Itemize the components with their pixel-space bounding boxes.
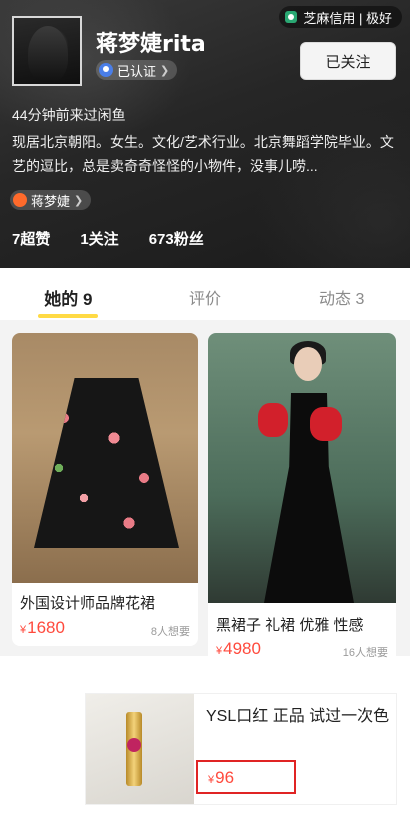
item-thumbnail-lipstick[interactable] — [86, 694, 194, 804]
item-photo-floral-skirt[interactable] — [12, 333, 198, 583]
highlighted-item-card[interactable]: YSL口红 正品 试过一次色 ¥96 — [86, 694, 396, 804]
chevron-right-icon: ❯ — [74, 194, 84, 207]
tab-her-items[interactable]: 她的 9 — [0, 268, 137, 320]
price-value: 1680 — [27, 618, 65, 637]
verified-badge[interactable]: 已认证 ❯ — [96, 60, 178, 80]
tab-label: 评价 — [189, 291, 222, 308]
boxing-glove-right — [310, 407, 342, 441]
item-title: YSL口红 正品 试过一次色 — [206, 708, 390, 725]
sesame-credit-label: 芝麻信用 | 极好 — [303, 10, 392, 26]
verified-icon — [99, 63, 113, 77]
item-title: 黑裙子 礼裙 优雅 性感 — [216, 617, 364, 634]
verified-label: 已认证 — [117, 63, 157, 79]
price-value: 4980 — [223, 639, 261, 658]
active-tab-indicator — [38, 314, 99, 318]
item-wants-count: 16人想要 — [342, 647, 388, 659]
currency-symbol: ¥ — [216, 645, 223, 657]
avatar[interactable] — [12, 16, 82, 86]
chevron-right-icon: ❯ — [160, 64, 170, 77]
sesame-credit-icon — [285, 11, 298, 23]
skirt-image — [34, 378, 179, 548]
avatar-figure — [28, 26, 68, 82]
currency-symbol: ¥ — [208, 774, 215, 786]
item-card[interactable]: 外国设计师品牌花裙 ¥1680 8人想要 — [12, 333, 198, 646]
tab-reviews[interactable]: 评价 — [137, 268, 274, 320]
person-head — [294, 347, 322, 381]
sesame-credit-badge[interactable]: 芝麻信用 | 极好 — [279, 6, 402, 28]
following-count[interactable]: 1关注 — [80, 228, 118, 249]
boxing-glove-left — [258, 403, 288, 437]
profile-stats: 7超赞 1关注 673粉丝 — [12, 228, 234, 249]
item-price: ¥4980 — [216, 639, 261, 659]
tab-label: 动态 3 — [319, 291, 365, 308]
tab-label: 她的 9 — [44, 290, 93, 309]
likes-count[interactable]: 7超赞 — [12, 228, 50, 249]
follow-button[interactable]: 已关注 — [300, 42, 396, 80]
profile-name: 蒋梦婕rita — [96, 32, 206, 57]
fans-count[interactable]: 673粉丝 — [149, 228, 204, 249]
item-card[interactable]: 黑裙子 礼裙 优雅 性感 ¥4980 16人想要 — [208, 333, 396, 663]
price-value: 96 — [215, 768, 235, 787]
item-wants-count: 8人想要 — [150, 626, 190, 638]
item-price: ¥1680 — [20, 618, 65, 638]
last-seen-text: 44分钟前来过闲鱼 — [12, 107, 126, 123]
item-photo-black-dress[interactable] — [208, 333, 396, 603]
tab-activity[interactable]: 动态 3 — [273, 268, 410, 320]
profile-header: 芝麻信用 | 极好 蒋梦婕rita 已认证 ❯ 已关注 44分钟前来过闲鱼 现居… — [0, 0, 410, 268]
identity-tag-label: 蒋梦婕 — [31, 193, 71, 209]
ysl-logo-icon — [127, 738, 141, 752]
profile-bio[interactable]: 现居北京朝阳。女生。文化/艺术行业。北京舞蹈学院毕业。文艺的逗比，总是卖奇奇怪怪… — [12, 130, 400, 178]
tag-icon — [13, 193, 27, 207]
profile-tabs: 她的 9 评价 动态 3 — [0, 268, 410, 320]
item-title: 外国设计师品牌花裙 — [20, 595, 156, 612]
item-price: ¥96 — [208, 768, 234, 788]
currency-symbol: ¥ — [20, 624, 27, 636]
identity-tag-chip[interactable]: 蒋梦婕 ❯ — [10, 190, 92, 210]
